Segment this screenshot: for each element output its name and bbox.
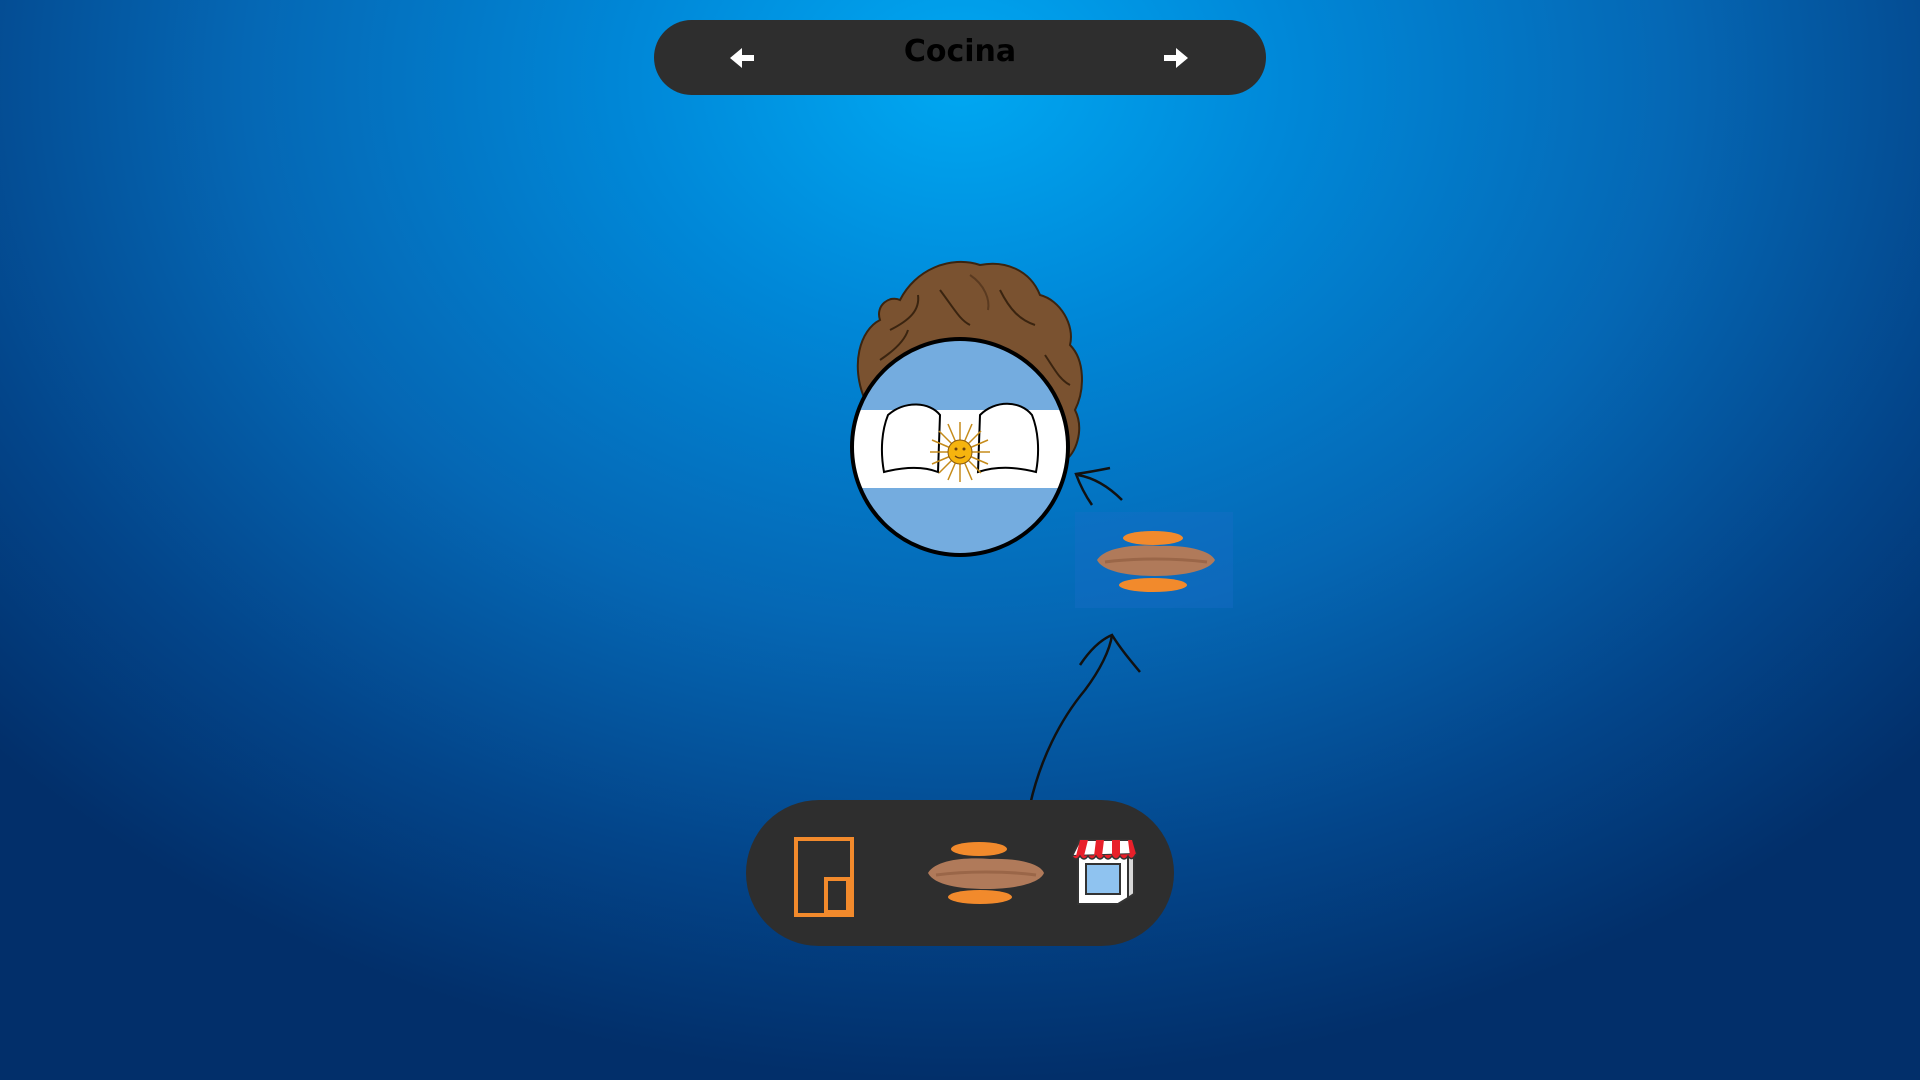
sun-of-may-icon bbox=[930, 422, 990, 482]
door-icon bbox=[794, 837, 854, 917]
shop-icon bbox=[1070, 839, 1138, 905]
bottom-dock bbox=[746, 800, 1174, 946]
arrow-right-icon bbox=[1164, 48, 1188, 68]
next-room-button[interactable] bbox=[1154, 38, 1194, 78]
shop-button[interactable] bbox=[1068, 834, 1138, 906]
hint-arrow-up bbox=[1028, 634, 1114, 806]
food-drop-zone[interactable] bbox=[1075, 512, 1233, 608]
hint-arrowhead-up bbox=[1078, 633, 1141, 673]
food-button[interactable] bbox=[924, 840, 1048, 910]
food-icon bbox=[928, 842, 1044, 904]
food-icon bbox=[1097, 531, 1215, 592]
room-nav-bar: Cocina bbox=[654, 20, 1266, 95]
door-button[interactable] bbox=[792, 836, 858, 920]
